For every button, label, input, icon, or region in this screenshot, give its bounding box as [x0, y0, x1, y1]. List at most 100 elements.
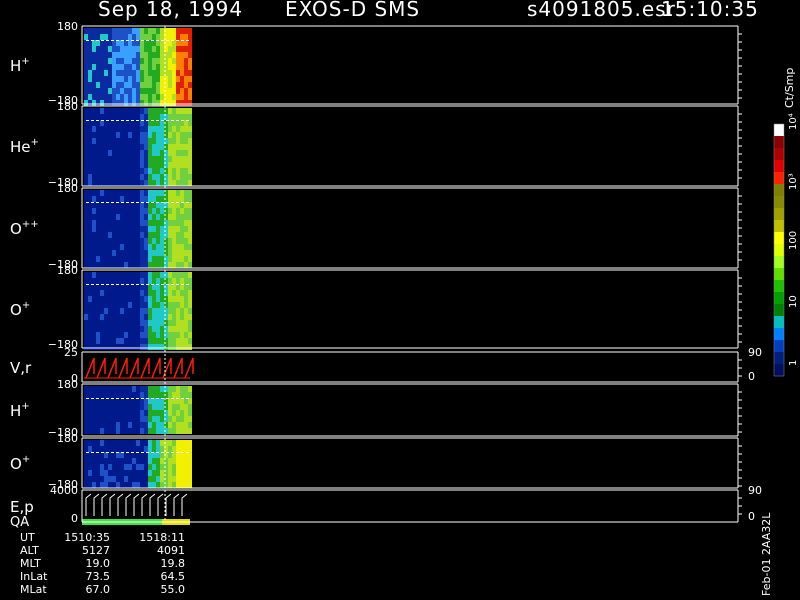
spectrogram-cell — [148, 344, 152, 350]
spectrogram-cell — [112, 94, 116, 100]
spectrogram-cell — [128, 100, 132, 106]
spectrogram-cell — [152, 114, 156, 120]
spectrogram-cell — [124, 28, 128, 34]
reference-line-dash — [101, 452, 104, 453]
spectrogram-cell — [104, 332, 108, 338]
spectrogram-cell — [88, 326, 92, 332]
spectrogram-cell — [112, 428, 116, 434]
spectrogram-cell — [112, 196, 116, 202]
spectrogram-cell — [160, 404, 164, 410]
spectrogram-cell — [132, 162, 136, 168]
spectrogram-cell — [112, 64, 116, 70]
spectrogram-cell — [172, 314, 176, 320]
spectrogram-cell — [144, 428, 148, 434]
spectrogram-cell — [144, 392, 148, 398]
spectrogram-cell — [112, 392, 116, 398]
spectrogram-cell — [88, 440, 92, 446]
spectrogram-cell — [156, 422, 160, 428]
spectrogram-cell — [132, 114, 136, 120]
reference-line-dash — [171, 452, 174, 453]
spectrogram-cell — [176, 262, 180, 268]
spectrogram-cell — [88, 262, 92, 268]
spectrogram-cell — [84, 428, 88, 434]
spectrogram-cell — [116, 338, 120, 344]
spectrogram-cell — [168, 196, 172, 202]
spectrogram-cell — [108, 326, 112, 332]
spectrogram-cell — [152, 314, 156, 320]
spectrogram-cell — [104, 70, 108, 76]
spectrogram-cell — [152, 144, 156, 150]
spectrogram-cell — [112, 76, 116, 82]
spectrogram-cell — [140, 344, 144, 350]
spectrogram-cell — [116, 314, 120, 320]
spectrogram-cell — [84, 272, 88, 278]
spectrogram-cell — [128, 132, 132, 138]
spectrogram-cell — [176, 28, 180, 34]
spectrogram-cell — [84, 34, 88, 40]
reference-line-dash — [136, 40, 139, 41]
spectrogram-cell — [144, 88, 148, 94]
spectrogram-cell — [124, 272, 128, 278]
spectrogram-cell — [148, 168, 152, 174]
spectrogram-cell — [116, 232, 120, 238]
spectrogram-cell — [120, 150, 124, 156]
spectrogram-cell — [144, 464, 148, 470]
spectrogram-cell — [88, 168, 92, 174]
spectrogram-cell — [188, 180, 192, 186]
spectrogram-cell — [88, 34, 92, 40]
spectrogram-cell — [152, 320, 156, 326]
spectrogram-cell — [112, 144, 116, 150]
spectrogram-cell — [156, 138, 160, 144]
spectrogram-cell — [136, 82, 140, 88]
spectrogram-cell — [120, 470, 124, 476]
spectrogram-cell — [116, 290, 120, 296]
reference-line-dash — [151, 202, 154, 203]
spectrogram-cell — [116, 320, 120, 326]
spectrogram-cell — [96, 226, 100, 232]
spectrogram-cell — [88, 226, 92, 232]
spectrogram-cell — [168, 180, 172, 186]
spectrogram-cell — [108, 46, 112, 52]
spectrogram-cell — [176, 256, 180, 262]
spectrogram-cell — [188, 256, 192, 262]
reference-line-dash — [86, 284, 89, 285]
spectrogram-cell — [104, 386, 108, 392]
spectrogram-cell — [84, 290, 88, 296]
spectrogram-cell — [100, 168, 104, 174]
spectrogram-cell — [176, 290, 180, 296]
row-end: 64.5 — [160, 570, 186, 583]
spectrogram-cell — [140, 114, 144, 120]
spectrogram-cell — [100, 314, 104, 320]
spectrogram-cell — [148, 244, 152, 250]
reference-line-dash — [131, 202, 134, 203]
spectrogram-cell — [172, 344, 176, 350]
velocity-trace — [151, 357, 161, 379]
spectrogram-cell — [172, 296, 176, 302]
reference-line-dash — [111, 284, 114, 285]
spectrogram-cell — [104, 100, 108, 106]
spectrogram-cell — [148, 100, 152, 106]
spectrogram-cell — [132, 196, 136, 202]
spectrogram-cell — [88, 392, 92, 398]
spectrogram-cell — [104, 410, 108, 416]
spectrogram-cell — [124, 256, 128, 262]
spectrogram-cell — [96, 326, 100, 332]
spectrogram-cell — [156, 238, 160, 244]
spectrogram-cell — [140, 302, 144, 308]
spectrogram-cell — [156, 428, 160, 434]
spectrogram-cell — [92, 88, 96, 94]
reference-line-dash — [126, 284, 129, 285]
reference-line-dash — [121, 284, 124, 285]
spectrogram-cell — [112, 344, 116, 350]
spectrogram-cell — [176, 162, 180, 168]
spectrogram-cell — [156, 196, 160, 202]
spectrogram-cell — [96, 308, 100, 314]
spectrogram-cell — [176, 144, 180, 150]
spectrogram-cell — [152, 70, 156, 76]
spectrogram-cell — [128, 144, 132, 150]
spectrogram-cell — [184, 404, 188, 410]
spectrogram-cell — [92, 262, 96, 268]
velocity-trace — [173, 357, 183, 379]
spectrogram-cell — [172, 58, 176, 64]
spectrogram-cell — [128, 180, 132, 186]
